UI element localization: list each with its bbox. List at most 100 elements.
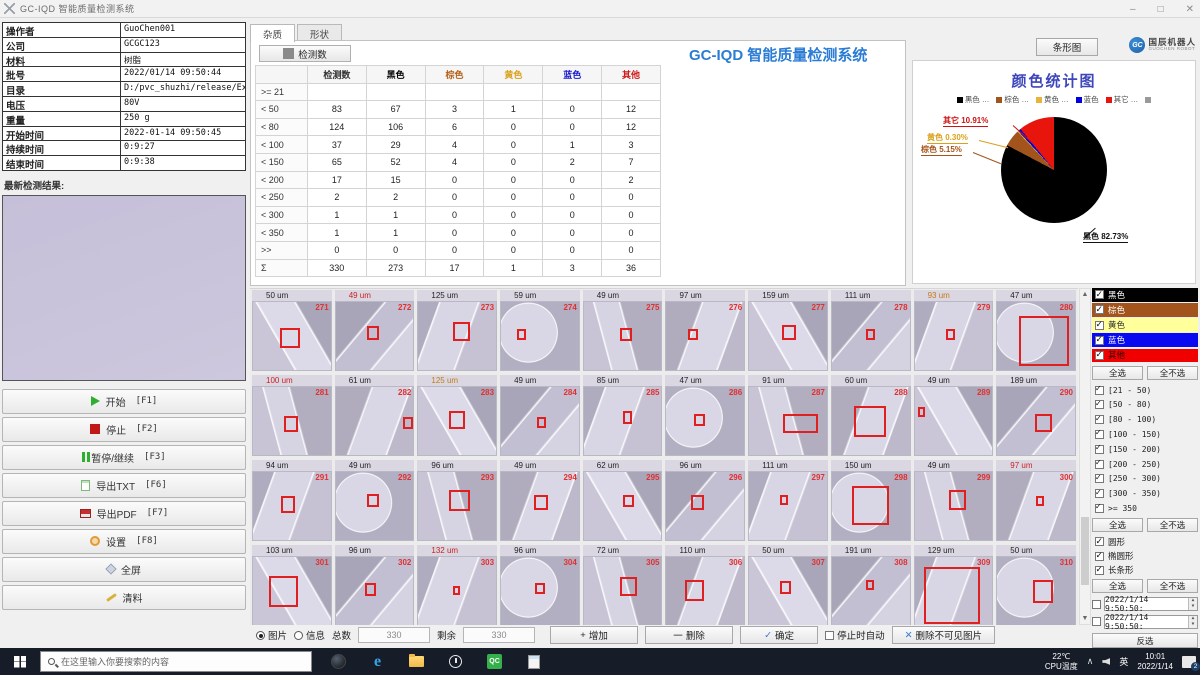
- defect-thumbnail-298[interactable]: 150 um298: [831, 460, 911, 541]
- defect-thumbnail-273[interactable]: 125 um273: [417, 290, 497, 371]
- select-none-button[interactable]: 全不选: [1147, 518, 1198, 532]
- defect-thumbnail-272[interactable]: 49 um272: [335, 290, 415, 371]
- checkbox-icon[interactable]: [1095, 537, 1104, 546]
- defect-image[interactable]: 310: [996, 556, 1076, 625]
- defect-thumbnail-284[interactable]: 49 um284: [500, 375, 580, 456]
- checkbox-icon[interactable]: [1095, 430, 1104, 439]
- auto-on-stop-checkbox-icon[interactable]: [825, 631, 834, 640]
- defect-thumbnail-304[interactable]: 96 um304: [500, 545, 580, 625]
- defect-image[interactable]: 308: [831, 556, 911, 625]
- defect-image[interactable]: 300: [996, 471, 1076, 541]
- taskbar-search-input[interactable]: 在这里输入你要搜索的内容: [40, 651, 312, 672]
- checkbox-icon[interactable]: [1095, 552, 1104, 561]
- radio-info-icon[interactable]: [294, 631, 303, 640]
- checkbox-icon[interactable]: [1095, 321, 1104, 330]
- confirm-button[interactable]: ✓ 确定: [740, 626, 818, 644]
- defect-thumbnail-290[interactable]: 189 um290: [996, 375, 1076, 456]
- delete-button[interactable]: 一 删除: [645, 626, 733, 644]
- defect-image[interactable]: 283: [417, 386, 497, 456]
- defect-thumbnail-301[interactable]: 103 um301: [252, 545, 332, 625]
- defect-image[interactable]: 271: [252, 301, 332, 371]
- color-filter-黄色[interactable]: 黄色: [1092, 318, 1198, 332]
- defect-thumbnail-286[interactable]: 47 um286: [665, 375, 745, 456]
- notification-icon[interactable]: 2: [1182, 656, 1196, 668]
- checkbox-icon[interactable]: [1095, 305, 1104, 314]
- defect-thumbnail-295[interactable]: 62 um295: [583, 460, 663, 541]
- defect-thumbnail-280[interactable]: 47 um280: [996, 290, 1076, 371]
- defect-thumbnail-306[interactable]: 110 um306: [665, 545, 745, 625]
- minimize-button[interactable]: –: [1130, 4, 1136, 15]
- defect-image[interactable]: 306: [665, 556, 745, 625]
- tab-形状[interactable]: 形状: [297, 24, 342, 41]
- maximize-button[interactable]: □: [1158, 4, 1164, 15]
- defect-thumbnail-278[interactable]: 111 um278: [831, 290, 911, 371]
- checkbox-icon[interactable]: [1095, 566, 1104, 575]
- defect-image[interactable]: 282: [335, 386, 415, 456]
- defect-thumbnail-283[interactable]: 125 um283: [417, 375, 497, 456]
- tab-杂质[interactable]: 杂质: [250, 24, 295, 42]
- defect-image[interactable]: 279: [914, 301, 994, 371]
- checkbox-icon[interactable]: [1095, 336, 1104, 345]
- defect-image[interactable]: 295: [583, 471, 663, 541]
- auto-on-stop-checkbox[interactable]: 停止时自动: [825, 628, 885, 642]
- select-all-button[interactable]: 全选: [1092, 366, 1143, 380]
- defect-thumbnail-281[interactable]: 100 um281: [252, 375, 332, 456]
- taskbar-icon-explorer[interactable]: [408, 653, 425, 670]
- range-filter[interactable]: >= 350: [1092, 501, 1198, 516]
- defect-image[interactable]: 304: [500, 556, 580, 625]
- select-all-button[interactable]: 全选: [1092, 579, 1143, 593]
- shape-filter-椭圆形[interactable]: 椭圆形: [1092, 549, 1198, 563]
- taskbar-icon-notepad[interactable]: [525, 653, 542, 670]
- taskbar-icon-qc[interactable]: QC: [486, 653, 503, 670]
- defect-thumbnail-271[interactable]: 50 um271: [252, 290, 332, 371]
- defect-image[interactable]: 305: [583, 556, 663, 625]
- defect-image[interactable]: 278: [831, 301, 911, 371]
- defect-image[interactable]: 272: [335, 301, 415, 371]
- defect-thumbnail-307[interactable]: 50 um307: [748, 545, 828, 625]
- color-filter-黑色[interactable]: 黑色: [1092, 288, 1198, 302]
- invert-selection-button[interactable]: 反选: [1092, 633, 1198, 648]
- defect-thumbnail-302[interactable]: 96 um302: [335, 545, 415, 625]
- defect-image[interactable]: 285: [583, 386, 663, 456]
- defect-image[interactable]: 273: [417, 301, 497, 371]
- defect-image[interactable]: 287: [748, 386, 828, 456]
- checkbox-icon[interactable]: [1095, 415, 1104, 424]
- action-button-停止[interactable]: 停止[F2]: [2, 417, 246, 442]
- defect-thumbnail-300[interactable]: 97 um300: [996, 460, 1076, 541]
- checkbox-icon[interactable]: [1095, 351, 1104, 360]
- defect-image[interactable]: 277: [748, 301, 828, 371]
- checkbox-icon[interactable]: [1095, 445, 1104, 454]
- color-filter-棕色[interactable]: 棕色: [1092, 303, 1198, 317]
- defect-thumbnail-287[interactable]: 91 um287: [748, 375, 828, 456]
- defect-thumbnail-279[interactable]: 93 um279: [914, 290, 994, 371]
- add-button[interactable]: + 增加: [550, 626, 638, 644]
- cpu-temp-indicator[interactable]: 22℃ CPU温度: [1045, 652, 1078, 670]
- shape-filter-长条形[interactable]: 长条形: [1092, 563, 1198, 577]
- checkbox-icon[interactable]: [1095, 386, 1104, 395]
- action-button-全屏[interactable]: 全屏: [2, 557, 246, 582]
- defect-thumbnail-289[interactable]: 49 um289: [914, 375, 994, 456]
- range-filter[interactable]: [21 - 50): [1092, 383, 1198, 398]
- radio-image-icon[interactable]: [256, 631, 265, 640]
- defect-image[interactable]: 303: [417, 556, 497, 625]
- defect-thumbnail-296[interactable]: 96 um296: [665, 460, 745, 541]
- range-filter[interactable]: [250 - 300): [1092, 471, 1198, 486]
- checkbox-icon[interactable]: [1092, 617, 1101, 626]
- action-button-开始[interactable]: 开始[F1]: [2, 389, 246, 414]
- spin-down-icon[interactable]: ▼: [1189, 622, 1197, 628]
- select-all-button[interactable]: 全选: [1092, 518, 1143, 532]
- shape-filter-圆形[interactable]: 圆形: [1092, 535, 1198, 549]
- close-button[interactable]: ✕: [1186, 4, 1194, 15]
- remain-field[interactable]: 330: [463, 627, 535, 643]
- select-none-button[interactable]: 全不选: [1147, 366, 1198, 380]
- action-button-设置[interactable]: 设置[F8]: [2, 529, 246, 554]
- grid-scrollbar[interactable]: ▲ ▼: [1079, 288, 1091, 625]
- defect-image[interactable]: 291: [252, 471, 332, 541]
- range-filter[interactable]: [50 - 80): [1092, 398, 1198, 413]
- defect-thumbnail-285[interactable]: 85 um285: [583, 375, 663, 456]
- defect-thumbnail-305[interactable]: 72 um305: [583, 545, 663, 625]
- color-filter-其他[interactable]: 其他: [1092, 349, 1198, 363]
- defect-image[interactable]: 288: [831, 386, 911, 456]
- detect-count-button[interactable]: 检测数: [259, 45, 351, 62]
- defect-image[interactable]: 286: [665, 386, 745, 456]
